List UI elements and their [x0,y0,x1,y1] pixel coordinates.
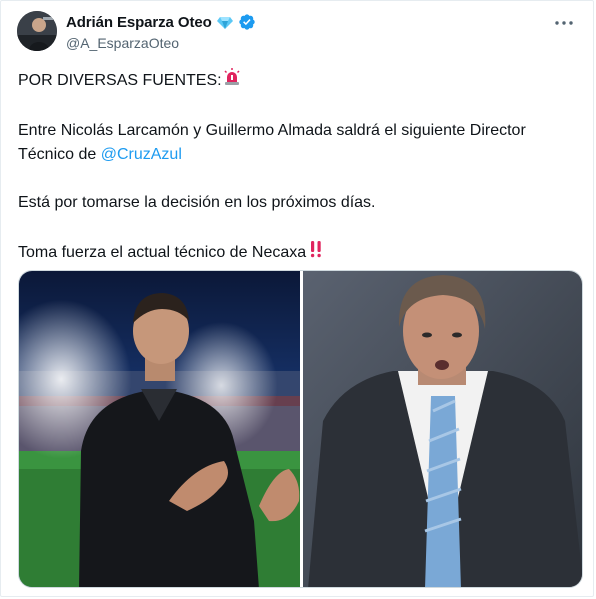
double-exclamation-icon [306,239,326,267]
verified-badge-icon [238,13,256,31]
text-line-2b: Técnico de @CruzAzul [18,143,583,167]
text-line-4-content: Toma fuerza el actual técnico de Necaxa [18,244,307,261]
text-line-3: Está por tomarse la decisión en los próx… [18,194,376,211]
mention-link[interactable]: @CruzAzul [101,146,182,163]
photo-left[interactable] [19,271,300,587]
diamond-icon [216,13,234,31]
text-line-4: Toma fuerza el actual técnico de Necaxa [18,239,583,267]
tweet-card: Adrián Esparza Oteo @A_EsparzaOteo POR D… [0,0,594,597]
display-name[interactable]: Adrián Esparza Oteo [66,14,212,31]
tweet-text: POR DIVERSAS FUENTES: Entre Nicolás Larc… [18,67,583,267]
text-line-1-content: POR DIVERSAS FUENTES: [18,72,222,89]
more-options-icon[interactable] [553,15,575,31]
display-name-row: Adrián Esparza Oteo [66,12,256,32]
photo-right[interactable] [303,271,582,587]
text-line-2: Entre Nicolás Larcamón y Guillermo Almad… [18,122,526,139]
avatar[interactable] [17,11,57,51]
siren-icon [222,67,242,95]
tweet-media [18,270,583,588]
text-line-1: POR DIVERSAS FUENTES: [18,67,583,95]
tweet-header: Adrián Esparza Oteo @A_EsparzaOteo [17,11,581,55]
author-handle[interactable]: @A_EsparzaOteo [66,35,256,51]
text-line-2b-prefix: Técnico de [18,146,101,163]
author-names: Adrián Esparza Oteo @A_EsparzaOteo [66,12,256,51]
